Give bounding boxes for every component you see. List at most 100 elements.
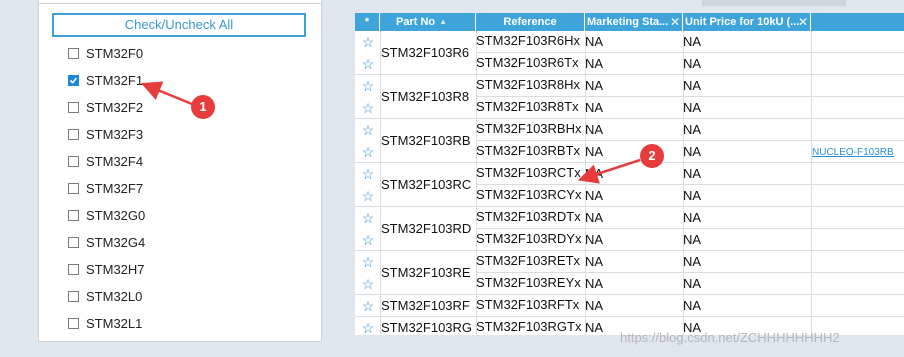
unit-price-cell: NA xyxy=(683,78,702,93)
reference-cell[interactable]: STM32F103RETx xyxy=(476,253,580,268)
series-checkbox[interactable] xyxy=(68,47,79,59)
favorite-star-icon[interactable]: ☆ xyxy=(361,299,375,313)
series-label: STM32F2 xyxy=(86,99,144,115)
column-header-part-no[interactable]: Part No ▲ xyxy=(380,13,476,31)
reference-cell[interactable]: STM32F103RBTx xyxy=(476,143,580,158)
series-checkbox[interactable] xyxy=(68,209,79,221)
reference-cell[interactable]: STM32F103RDYx xyxy=(476,231,581,246)
series-item[interactable]: STM32F3 xyxy=(68,125,143,143)
part-no-cell[interactable]: STM32F103R8 xyxy=(381,89,475,104)
series-item[interactable]: STM32G0 xyxy=(68,206,145,224)
unit-price-cell: NA xyxy=(683,188,702,203)
series-label: STM32G0 xyxy=(86,207,146,223)
series-item[interactable]: STM32H7 xyxy=(68,260,145,278)
favorite-star-icon[interactable]: ☆ xyxy=(361,79,375,93)
series-checkbox[interactable] xyxy=(68,74,79,86)
row-separator xyxy=(355,118,904,119)
filter-panel-divider xyxy=(38,3,321,4)
reference-cell[interactable]: STM32F103R6Tx xyxy=(476,55,579,70)
part-no-cell[interactable]: STM32F103RC xyxy=(381,177,475,192)
column-header-extra xyxy=(811,13,904,31)
series-checkbox[interactable] xyxy=(68,128,79,140)
annotation-badge-2: 2 xyxy=(640,144,664,168)
favorite-star-icon[interactable]: ☆ xyxy=(361,255,375,269)
favorite-star-icon[interactable]: ☆ xyxy=(361,189,375,203)
marketing-status-cell: NA xyxy=(585,122,604,137)
series-item[interactable]: STM32L1 xyxy=(68,314,142,332)
series-label: STM32F3 xyxy=(86,126,144,142)
reference-cell[interactable]: STM32F103RCYx xyxy=(476,187,581,202)
marketing-status-cell: NA xyxy=(585,144,604,159)
part-no-cell[interactable]: STM32F103RD xyxy=(381,221,475,236)
unit-price-cell: NA xyxy=(683,100,702,115)
column-header-reference[interactable]: Reference xyxy=(476,13,585,31)
series-checkbox[interactable] xyxy=(68,101,79,113)
sort-arrows-icon[interactable]: ▲ xyxy=(439,13,447,31)
part-no-cell[interactable]: STM32F103RG xyxy=(381,320,475,335)
series-item[interactable]: STM32F0 xyxy=(68,44,143,62)
reference-cell[interactable]: STM32F103RCTx xyxy=(476,165,581,180)
favorite-star-icon[interactable]: ☆ xyxy=(361,167,375,181)
series-item[interactable]: STM32F2 xyxy=(68,98,143,116)
marketing-status-cell: NA xyxy=(585,232,604,247)
part-no-cell[interactable]: STM32F103RF xyxy=(381,298,475,313)
row-separator xyxy=(355,316,904,317)
remove-column-x-icon[interactable]: ✕ xyxy=(798,13,808,31)
favorite-star-icon[interactable]: ☆ xyxy=(361,145,375,159)
column-divider xyxy=(811,31,812,335)
part-no-cell[interactable]: STM32F103RE xyxy=(381,265,475,280)
favorite-star-icon[interactable]: ☆ xyxy=(361,277,375,291)
reference-cell[interactable]: STM32F103RGTx xyxy=(476,319,581,334)
reference-cell[interactable]: STM32F103REYx xyxy=(476,275,581,290)
unit-price-cell: NA xyxy=(683,210,702,225)
series-label: STM32F0 xyxy=(86,45,144,61)
marketing-status-cell: NA xyxy=(585,78,604,93)
favorite-star-icon[interactable]: ☆ xyxy=(361,321,375,335)
favorite-star-icon[interactable]: ☆ xyxy=(361,35,375,49)
column-header-unit-price[interactable]: Unit Price for 10kU (... ✕ xyxy=(683,13,811,31)
row-separator xyxy=(476,272,904,273)
reference-cell[interactable]: STM32F103R8Hx xyxy=(476,77,580,92)
series-checkbox[interactable] xyxy=(68,317,79,329)
remove-column-x-icon[interactable]: ✕ xyxy=(670,13,680,31)
unit-price-cell: NA xyxy=(683,34,702,49)
series-item[interactable]: STM32L0 xyxy=(68,287,142,305)
column-header-marketing-status[interactable]: Marketing Sta... ✕ xyxy=(585,13,683,31)
board-link[interactable]: NUCLEO-F103RB xyxy=(812,147,894,158)
reference-cell[interactable]: STM32F103RBHx xyxy=(476,121,581,136)
favorite-star-icon[interactable]: ☆ xyxy=(361,123,375,137)
part-no-cell[interactable]: STM32F103R6 xyxy=(381,45,475,60)
series-checkbox[interactable] xyxy=(68,182,79,194)
series-checkbox[interactable] xyxy=(68,155,79,167)
reference-cell[interactable]: STM32F103R6Hx xyxy=(476,33,580,48)
reference-cell[interactable]: STM32F103R8Tx xyxy=(476,99,579,114)
series-item[interactable]: STM32F7 xyxy=(68,179,143,197)
series-checkbox[interactable] xyxy=(68,290,79,302)
marketing-status-header-label: Marketing Sta... xyxy=(587,16,669,28)
unit-price-header-label: Unit Price for 10kU (... xyxy=(685,16,800,28)
favorite-star-icon[interactable]: ☆ xyxy=(361,101,375,115)
favorite-star-icon[interactable]: ☆ xyxy=(361,233,375,247)
row-separator xyxy=(476,184,904,185)
reference-cell[interactable]: STM32F103RFTx xyxy=(476,297,579,312)
row-separator xyxy=(355,162,904,163)
row-separator xyxy=(355,74,904,75)
series-item[interactable]: STM32G4 xyxy=(68,233,145,251)
reference-cell[interactable]: STM32F103RDTx xyxy=(476,209,581,224)
favorite-star-icon[interactable]: ☆ xyxy=(361,57,375,71)
marketing-status-cell: NA xyxy=(585,276,604,291)
part-no-header-label: Part No xyxy=(396,16,436,28)
marketing-status-cell: NA xyxy=(585,34,604,49)
filter-panel-footer xyxy=(0,341,346,357)
series-item[interactable]: STM32F4 xyxy=(68,152,143,170)
row-separator xyxy=(355,250,904,251)
column-header-favorite[interactable]: * xyxy=(355,13,380,31)
part-no-cell[interactable]: STM32F103RB xyxy=(381,133,475,148)
series-checkbox[interactable] xyxy=(68,263,79,275)
unit-price-cell: NA xyxy=(683,144,702,159)
check-uncheck-all-button[interactable]: Check/Uncheck All xyxy=(52,13,306,37)
favorite-star-icon[interactable]: ☆ xyxy=(361,211,375,225)
series-checkbox[interactable] xyxy=(68,236,79,248)
series-item[interactable]: STM32F1 xyxy=(68,71,143,89)
unit-price-cell: NA xyxy=(683,254,702,269)
